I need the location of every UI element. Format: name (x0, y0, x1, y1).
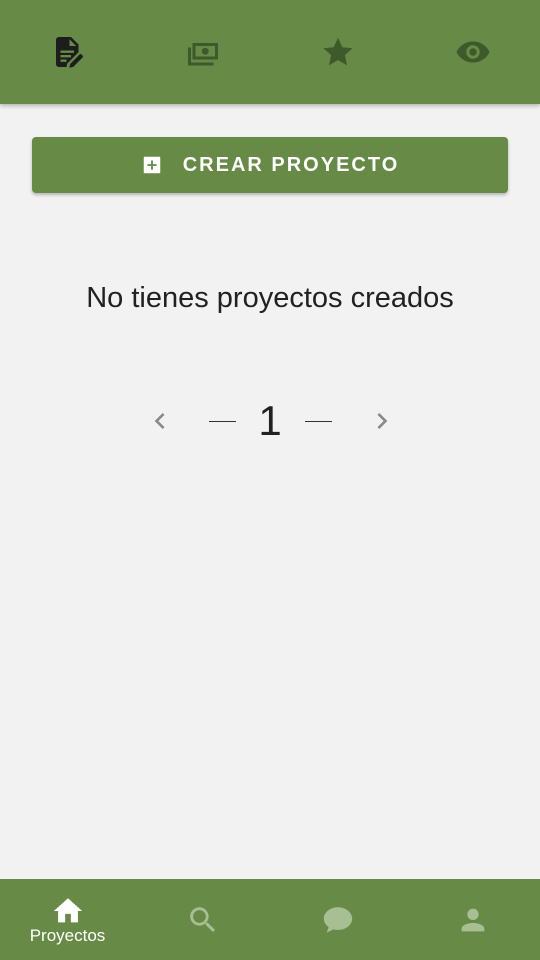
chat-icon (323, 906, 352, 933)
tab-money[interactable] (135, 0, 270, 104)
nav-projects[interactable]: Proyectos (0, 879, 135, 960)
next-page-button[interactable] (366, 405, 398, 437)
empty-state-message: No tienes proyectos creados (86, 282, 454, 314)
bottom-navigation: Proyectos (0, 879, 540, 960)
nav-projects-label: Proyectos (29, 925, 106, 945)
eye-icon (456, 41, 489, 63)
nav-search[interactable] (135, 879, 270, 960)
home-icon (53, 897, 82, 922)
tab-edit-document[interactable] (0, 0, 135, 104)
current-page-number: 1 (258, 397, 282, 444)
search-icon (189, 906, 215, 932)
page-divider-right (305, 421, 332, 422)
chevron-right-icon (377, 413, 388, 429)
pagination: 1 (0, 395, 540, 451)
nav-profile[interactable] (405, 879, 540, 960)
plus-box-icon (141, 154, 163, 176)
create-project-label: CREAR PROYECTO (182, 153, 400, 176)
tab-watching[interactable] (405, 0, 540, 104)
star-icon (322, 37, 353, 66)
edit-document-icon (55, 37, 83, 68)
user-icon (461, 908, 484, 931)
page-divider-left (209, 421, 236, 422)
top-tab-bar (0, 0, 540, 104)
money-icon (187, 43, 218, 66)
chevron-left-icon (154, 413, 165, 429)
previous-page-button[interactable] (144, 405, 176, 437)
tab-favorites[interactable] (270, 0, 405, 104)
create-project-button[interactable]: CREAR PROYECTO (32, 137, 508, 193)
nav-messages[interactable] (270, 879, 405, 960)
